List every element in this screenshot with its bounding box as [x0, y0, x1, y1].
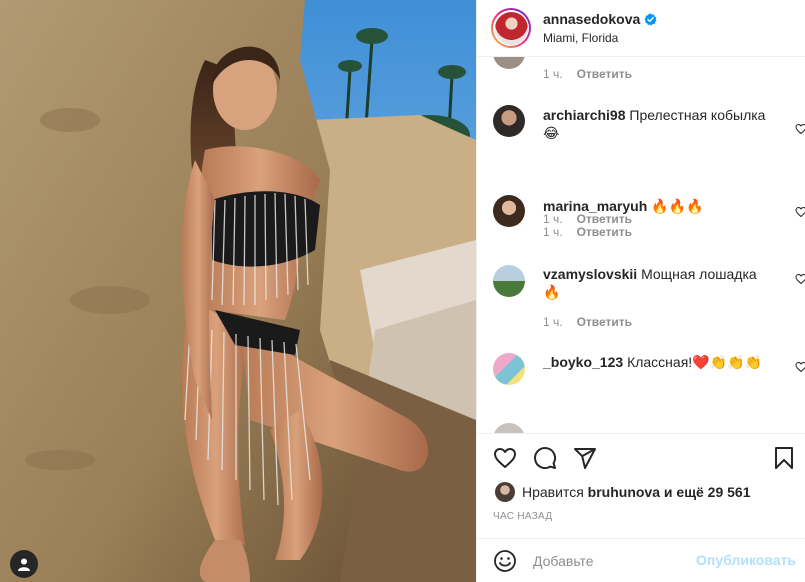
likes-prefix: Нравится [522, 484, 584, 500]
comment-username[interactable]: vzamyslovskii [543, 266, 637, 282]
comment-time: 1 ч. [543, 315, 563, 329]
comment-like-icon[interactable] [795, 273, 805, 285]
author-avatar[interactable] [491, 8, 531, 48]
comment-time: 1 ч. [543, 225, 563, 239]
share-icon[interactable] [573, 446, 597, 470]
comment-icon[interactable] [533, 446, 557, 470]
post-photo-illustration [0, 0, 476, 582]
comment-avatar[interactable] [493, 57, 525, 69]
likes-count[interactable]: и ещё 29 561 [664, 484, 751, 500]
verified-badge-icon [644, 12, 657, 26]
emoji-icon[interactable] [493, 549, 517, 573]
comment-avatar[interactable] [493, 423, 525, 433]
post-actions-section: Нравится bruhunova и ещё 29 561 ЧАС НАЗА… [477, 433, 805, 522]
user-tag-icon [18, 558, 30, 571]
post-image[interactable] [0, 0, 476, 582]
comments-list[interactable]: 1 ч. Ответить archiarchi98 Прелестная ко… [477, 57, 805, 433]
heart-icon[interactable] [493, 446, 517, 470]
comment-username[interactable]: archiarchi98 [543, 107, 626, 123]
reply-button[interactable]: Ответить [577, 67, 632, 81]
publish-button[interactable]: Опубликовать [696, 552, 796, 568]
comment-input[interactable] [533, 552, 683, 569]
comment-like-icon[interactable] [795, 361, 805, 373]
comment-username[interactable]: _boyko_123 [543, 354, 623, 370]
add-comment-bar: Опубликовать [477, 538, 805, 582]
liker-username[interactable]: bruhunova [588, 484, 660, 500]
comment-avatar[interactable] [493, 105, 525, 137]
bookmark-icon[interactable] [772, 446, 796, 470]
liker-avatar[interactable] [495, 482, 515, 502]
post-timestamp[interactable]: ЧАС НАЗАД [493, 511, 552, 522]
post-side-panel: annasedokova Miami, Florida 1 ч. Ответит… [476, 0, 805, 582]
post-location[interactable]: Miami, Florida [543, 31, 657, 45]
reply-button[interactable]: Ответить [577, 315, 632, 329]
comment-like-icon[interactable] [795, 123, 805, 135]
comment-avatar[interactable] [493, 195, 525, 227]
author-username[interactable]: annasedokova [543, 11, 640, 27]
action-bar [477, 434, 805, 482]
comment-text: Классная!❤️👏👏👏 [627, 354, 762, 370]
comment-time: 1 ч. [543, 67, 563, 81]
reply-button[interactable]: Ответить [577, 225, 632, 239]
post-header: annasedokova Miami, Florida [477, 0, 805, 57]
comment-username[interactable]: marina_maryuh [543, 198, 647, 214]
comment-avatar[interactable] [493, 353, 525, 385]
comment-text: 🔥🔥🔥 [651, 198, 704, 214]
comment-like-icon[interactable] [795, 206, 805, 218]
likes-summary[interactable]: Нравится bruhunova и ещё 29 561 [495, 482, 751, 502]
comment-avatar[interactable] [493, 265, 525, 297]
user-tag-button[interactable] [10, 550, 38, 578]
